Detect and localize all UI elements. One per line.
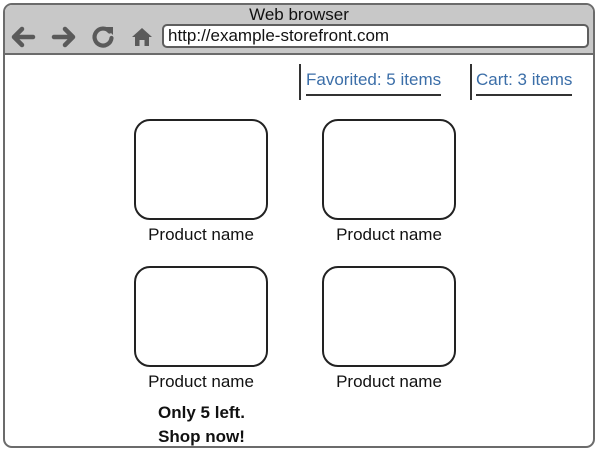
product-image[interactable] bbox=[322, 119, 456, 220]
product-card[interactable]: Product name bbox=[319, 119, 459, 246]
product-name[interactable]: Product name bbox=[319, 371, 459, 393]
forward-arrow-icon[interactable] bbox=[50, 23, 78, 51]
browser-window: Web browser http://example-storefront.co… bbox=[3, 3, 595, 448]
home-icon[interactable] bbox=[128, 23, 156, 51]
product-image[interactable] bbox=[322, 266, 456, 367]
back-arrow-icon[interactable] bbox=[9, 23, 37, 51]
window-title: Web browser bbox=[249, 5, 349, 24]
reload-icon[interactable] bbox=[89, 23, 117, 51]
product-card[interactable]: Product name bbox=[131, 266, 271, 393]
page-content: Favorited: 5 items Cart: 3 items Product… bbox=[5, 55, 593, 446]
divider bbox=[299, 64, 301, 100]
product-card[interactable]: Product name bbox=[319, 266, 459, 393]
promo-line-1: Only 5 left. bbox=[158, 403, 245, 422]
product-name[interactable]: Product name bbox=[319, 224, 459, 246]
browser-chrome: Web browser http://example-storefront.co… bbox=[5, 5, 593, 55]
promo-text: Only 5 left. Shop now! bbox=[129, 401, 274, 446]
product-image[interactable] bbox=[134, 119, 268, 220]
favorites-link[interactable]: Favorited: 5 items bbox=[306, 69, 442, 96]
product-name[interactable]: Product name bbox=[131, 371, 271, 393]
cart-link[interactable]: Cart: 3 items bbox=[476, 69, 573, 96]
divider bbox=[470, 64, 472, 100]
product-image[interactable] bbox=[134, 266, 268, 367]
address-bar[interactable]: http://example-storefront.com bbox=[162, 24, 589, 48]
promo-line-2: Shop now! bbox=[158, 427, 245, 446]
product-name[interactable]: Product name bbox=[131, 224, 271, 246]
product-card[interactable]: Product name bbox=[131, 119, 271, 246]
